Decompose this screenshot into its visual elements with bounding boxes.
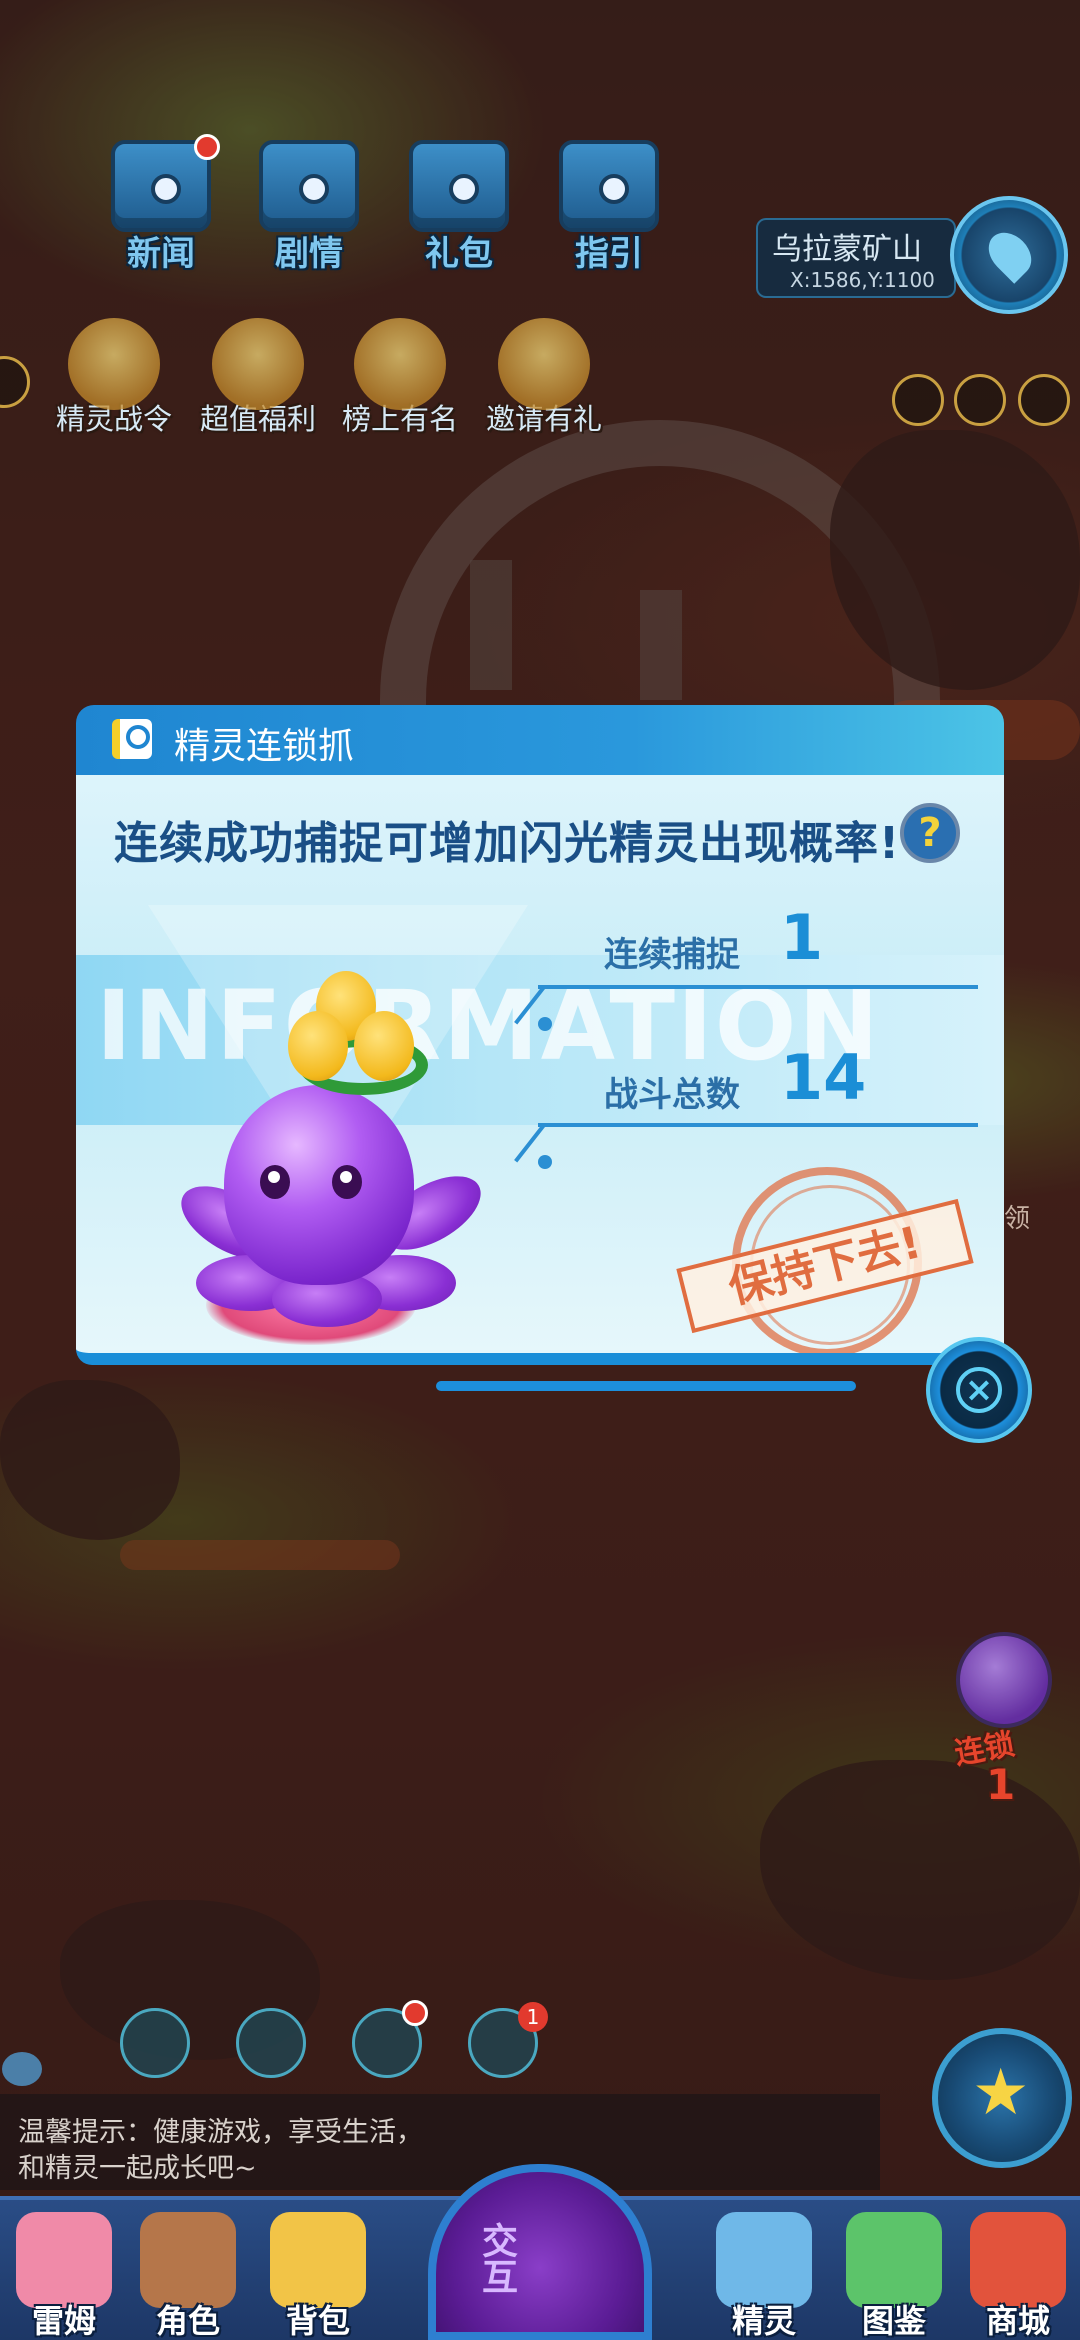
gift-button[interactable]: 礼包 (394, 140, 524, 275)
total-battles-label: 战斗总数 (604, 1075, 740, 1115)
invite-icon (498, 318, 590, 410)
nav-character[interactable]: 角色 (128, 2200, 248, 2340)
chain-catch-dialog: 精灵连锁抓 INFORMATION 连续成功捕捉可增加闪光精灵出现概率! ? 连… (76, 705, 1032, 1443)
help-button[interactable]: ? (900, 803, 960, 863)
nav-sprite[interactable]: 精灵 (704, 2200, 824, 2340)
tip-line-1: 温馨提示：健康游戏，享受生活， (18, 2117, 423, 2148)
star-skill-button[interactable] (932, 2028, 1072, 2168)
chain-widget-count: 1 (986, 1760, 1016, 1809)
chain-catch-label: 连续捕捉 (604, 935, 740, 975)
stamp-text: 保持下去! (676, 1198, 974, 1334)
ranking-button[interactable]: 榜上有名 (330, 318, 470, 438)
nav-shop[interactable]: 商城 (958, 2200, 1078, 2340)
nav-shop-label: 商城 (985, 2302, 1050, 2340)
map-button[interactable] (950, 196, 1068, 314)
news-button[interactable]: 新闻 (96, 134, 226, 275)
welfare-button[interactable]: 超值福利 (188, 318, 328, 438)
notification-dot (194, 134, 220, 160)
tip-line-2: 和精灵一起成长吧~ (18, 2153, 257, 2184)
search-icon (112, 719, 152, 759)
gift-chest-icon (409, 140, 509, 232)
dialog-title: 精灵连锁抓 (174, 726, 355, 767)
backpack-icon (270, 2212, 366, 2308)
dialog-body: INFORMATION 连续成功捕捉可增加闪光精灵出现概率! ? 连续捕捉 1 … (76, 775, 1004, 1365)
chain-catch-value: 1 (780, 901, 824, 974)
story-button[interactable]: 剧情 (244, 140, 374, 275)
tip-box: 温馨提示：健康游戏，享受生活， 和精灵一起成长吧~ (0, 2094, 880, 2190)
nav-leimu[interactable]: 雷姆 (4, 2200, 124, 2340)
sprite-body (224, 1085, 414, 1285)
story-label: 剧情 (275, 234, 343, 274)
nav-backpack[interactable]: 背包 (258, 2200, 378, 2340)
dialog-headline: 连续成功捕捉可增加闪光精灵出现概率! (114, 818, 901, 869)
menu-toggle-button[interactable] (1018, 374, 1070, 426)
location-coords: X:1586,Y:1100 (790, 268, 935, 292)
flower-petal (288, 1011, 348, 1081)
stat-bullet (538, 1017, 552, 1031)
guide-label: 指引 (575, 234, 643, 274)
close-button[interactable]: × (926, 1337, 1032, 1443)
interact-label: 交互 (476, 2222, 517, 2294)
battle-pass-button[interactable]: 精灵战令 (44, 318, 184, 438)
nav-sprite-label: 精灵 (731, 2302, 796, 2340)
notification-dot (402, 2000, 428, 2026)
pokedex-icon (846, 2212, 942, 2308)
total-battles-value: 14 (780, 1041, 867, 1114)
sprite-orb-icon (956, 1632, 1052, 1728)
mute-sound-button[interactable] (892, 374, 944, 426)
battle-pass-icon (68, 318, 160, 410)
sprite-icon (716, 2212, 812, 2308)
location-name: 乌拉蒙矿山 (772, 232, 922, 267)
character-icon (140, 2212, 236, 2308)
compass-button[interactable] (236, 2008, 306, 2078)
bell-badge: 1 (518, 2002, 548, 2032)
nav-pokedex[interactable]: 图鉴 (834, 2200, 954, 2340)
team-button[interactable] (120, 2008, 190, 2078)
guide-button[interactable]: 指引 (544, 140, 674, 275)
story-chest-icon (259, 140, 359, 232)
close-icon: × (956, 1367, 1002, 1413)
gift-label: 礼包 (425, 234, 493, 274)
news-label: 新闻 (127, 234, 195, 274)
stat-bullet (538, 1155, 552, 1169)
dialog-footer-bar (436, 1381, 856, 1391)
location-panel: 乌拉蒙矿山 X:1586,Y:1100 (756, 218, 956, 298)
chat-icon[interactable] (2, 2052, 42, 2086)
side-claim-text: 领 (1004, 1204, 1031, 1234)
flower-petal (354, 1011, 414, 1081)
nav-pokedex-label: 图鉴 (861, 2302, 926, 2340)
sprite-eye (260, 1165, 290, 1199)
nav-leimu-label: 雷姆 (31, 2302, 96, 2340)
invite-button[interactable]: 邀请有礼 (474, 318, 614, 438)
stat-divider (538, 1123, 978, 1127)
nav-backpack-label: 背包 (285, 2302, 350, 2340)
nav-character-label: 角色 (155, 2302, 220, 2340)
welfare-icon (212, 318, 304, 410)
shop-icon (970, 2212, 1066, 2308)
trophy-icon (354, 318, 446, 410)
guide-chest-icon (559, 140, 659, 232)
sprite-eye (332, 1165, 362, 1199)
stat-divider (538, 985, 978, 989)
leimu-icon (16, 2212, 112, 2308)
dialog-header: 精灵连锁抓 (76, 705, 1004, 775)
chain-catch-widget[interactable]: 连锁 1 (948, 1632, 1058, 1812)
keep-going-stamp: 保持下去! (676, 1167, 974, 1353)
hide-effects-button[interactable] (954, 374, 1006, 426)
